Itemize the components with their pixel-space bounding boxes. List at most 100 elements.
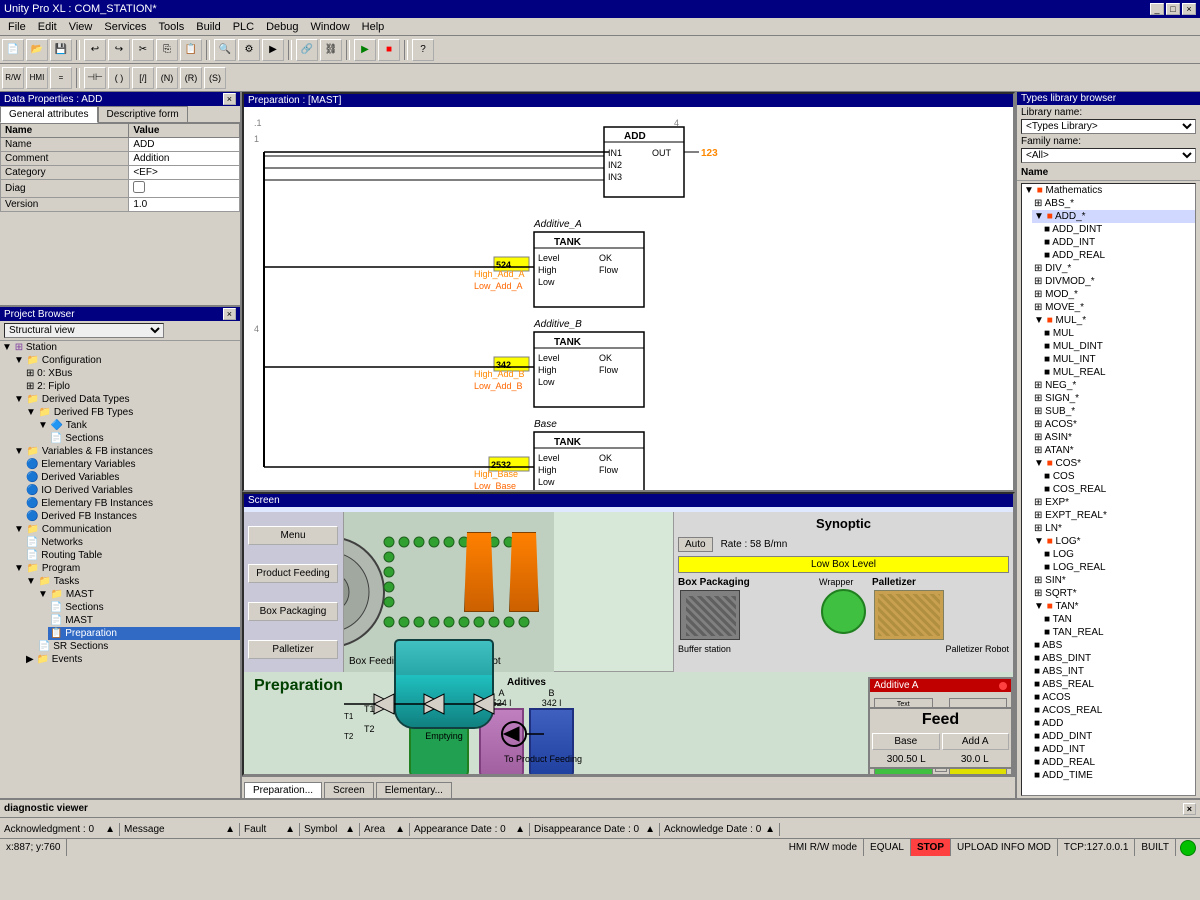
menu-services[interactable]: Services: [98, 19, 152, 35]
lib-abs-real[interactable]: ■ ABS_REAL: [1032, 678, 1195, 691]
lib-mathematics[interactable]: ▼ ■ Mathematics: [1022, 184, 1195, 197]
lib-cos-real[interactable]: ■ COS_REAL: [1042, 483, 1195, 496]
tab-elementary[interactable]: Elementary...: [376, 782, 452, 798]
tb-paste[interactable]: 📋: [180, 39, 202, 61]
lib-abs2[interactable]: ■ ABS: [1032, 639, 1195, 652]
tree-variables-fb[interactable]: ▼ 📁 Variables & FB instances: [12, 445, 240, 458]
lib-add-dint2[interactable]: ■ ADD_DINT: [1032, 730, 1195, 743]
lib-sub-star[interactable]: ⊞ SUB_*: [1032, 405, 1195, 418]
lib-add-star[interactable]: ▼ ■ ADD_*: [1032, 210, 1195, 223]
tree-derived-data-types[interactable]: ▼ 📁 Derived Data Types: [12, 393, 240, 406]
tree-tasks[interactable]: ▼ 📁 Tasks: [24, 575, 240, 588]
menu-window[interactable]: Window: [305, 19, 356, 35]
menu-file[interactable]: File: [2, 19, 32, 35]
lib-abs-int[interactable]: ■ ABS_INT: [1032, 665, 1195, 678]
lib-move-star[interactable]: ⊞ MOVE_*: [1032, 301, 1195, 314]
lib-asin-star[interactable]: ⊞ ASIN*: [1032, 431, 1195, 444]
tb-disconnect[interactable]: ⛓: [320, 39, 342, 61]
tree-elem-vars[interactable]: 🔵 Elementary Variables: [24, 458, 240, 471]
tree-networks[interactable]: 📄 Networks: [24, 536, 240, 549]
menu-tools[interactable]: Tools: [153, 19, 191, 35]
tree-io-vars[interactable]: 🔵 IO Derived Variables: [24, 484, 240, 497]
tb-run[interactable]: ▶: [354, 39, 376, 61]
lib-sin-star[interactable]: ⊞ SIN*: [1032, 574, 1195, 587]
prop-value-category[interactable]: <EF>: [129, 166, 240, 180]
add-a-btn[interactable]: Add A: [942, 733, 1010, 750]
lib-mul-real[interactable]: ■ MUL_REAL: [1042, 366, 1195, 379]
lib-log[interactable]: ■ LOG: [1042, 548, 1195, 561]
tree-xbus[interactable]: ⊞ 0: XBus: [24, 367, 240, 380]
lib-div-star[interactable]: ⊞ DIV_*: [1032, 262, 1195, 275]
prop-value-diag[interactable]: [129, 180, 240, 198]
product-feeding-btn[interactable]: Product Feeding: [248, 564, 338, 583]
lib-mul-int[interactable]: ■ MUL_INT: [1042, 353, 1195, 366]
library-name-select[interactable]: <Types Library>: [1021, 119, 1196, 134]
lib-add-int2[interactable]: ■ ADD_INT: [1032, 743, 1195, 756]
tb2-rcoil[interactable]: (R): [180, 67, 202, 89]
tree-sr-sections[interactable]: 📄 SR Sections: [36, 640, 240, 653]
lib-mul[interactable]: ■ MUL: [1042, 327, 1195, 340]
diag-col-msg[interactable]: Message ▲: [120, 823, 240, 836]
menu-help[interactable]: Help: [356, 19, 391, 35]
lib-add-real2[interactable]: ■ ADD_REAL: [1032, 756, 1195, 769]
diag-col-area[interactable]: Area ▲: [360, 823, 410, 836]
tb2-ladder[interactable]: ⊣⊢: [84, 67, 106, 89]
tab-descriptive-form[interactable]: Descriptive form: [98, 106, 188, 122]
tb-connect[interactable]: 🔗: [296, 39, 318, 61]
menu-debug[interactable]: Debug: [260, 19, 304, 35]
lib-add-real[interactable]: ■ ADD_REAL: [1042, 249, 1195, 262]
lib-sign-star[interactable]: ⊞ SIGN_*: [1032, 392, 1195, 405]
lib-abs-star[interactable]: ⊞ ABS_*: [1032, 197, 1195, 210]
tab-general-attributes[interactable]: General attributes: [0, 106, 98, 123]
tree-tank[interactable]: ▼ 🔷 Tank: [36, 419, 240, 432]
lib-exp-star[interactable]: ⊞ EXP*: [1032, 496, 1195, 509]
tb2-scoil[interactable]: (S): [204, 67, 226, 89]
tree-mast-folder[interactable]: ▼ 📁 MAST: [36, 588, 240, 601]
lib-divmod-star[interactable]: ⊞ DIVMOD_*: [1032, 275, 1195, 288]
tree-mast[interactable]: 📄 MAST: [48, 614, 240, 627]
tb2-coil[interactable]: ( ): [108, 67, 130, 89]
lib-cos-star[interactable]: ▼ ■ COS*: [1032, 457, 1195, 470]
diag-col-fault[interactable]: Fault ▲: [240, 823, 300, 836]
lib-tan-real[interactable]: ■ TAN_REAL: [1042, 626, 1195, 639]
lib-tan[interactable]: ■ TAN: [1042, 613, 1195, 626]
tb-cut[interactable]: ✂: [132, 39, 154, 61]
tb-save[interactable]: 💾: [50, 39, 72, 61]
tree-routing[interactable]: 📄 Routing Table: [24, 549, 240, 562]
tree-derived-fb-types[interactable]: ▼ 📁 Derived FB Types: [24, 406, 240, 419]
lib-add2[interactable]: ■ ADD: [1032, 717, 1195, 730]
tree-derived-vars[interactable]: 🔵 Derived Variables: [24, 471, 240, 484]
tb-build[interactable]: ⚙: [238, 39, 260, 61]
maximize-button[interactable]: □: [1166, 3, 1180, 15]
lib-tan-star[interactable]: ▼ ■ TAN*: [1032, 600, 1195, 613]
lib-add-dint[interactable]: ■ ADD_DINT: [1042, 223, 1195, 236]
tb-new[interactable]: 📄: [2, 39, 24, 61]
lib-mul-dint[interactable]: ■ MUL_DINT: [1042, 340, 1195, 353]
diag-col-ack-date[interactable]: Acknowledge Date : 0 ▲: [660, 823, 780, 836]
lib-abs-dint[interactable]: ■ ABS_DINT: [1032, 652, 1195, 665]
menu-build[interactable]: Build: [190, 19, 226, 35]
tb2-equal[interactable]: =: [50, 67, 72, 89]
tree-communication[interactable]: ▼ 📁 Communication: [12, 523, 240, 536]
data-properties-close[interactable]: ×: [223, 93, 236, 105]
tb-copy[interactable]: ⎘: [156, 39, 178, 61]
close-button[interactable]: ×: [1182, 3, 1196, 15]
lib-acos2[interactable]: ■ ACOS: [1032, 691, 1195, 704]
prop-value-comment[interactable]: Addition: [129, 152, 240, 166]
lib-acos-star[interactable]: ⊞ ACOS*: [1032, 418, 1195, 431]
lib-ln-star[interactable]: ⊞ LN*: [1032, 522, 1195, 535]
diagnostic-close[interactable]: ×: [1183, 803, 1196, 815]
tb-find[interactable]: 🔍: [214, 39, 236, 61]
tb2-contact[interactable]: [/]: [132, 67, 154, 89]
tree-tank-sections[interactable]: 📄 Sections: [48, 432, 240, 445]
lib-atan-star[interactable]: ⊞ ATAN*: [1032, 444, 1195, 457]
tb-open[interactable]: 📂: [26, 39, 48, 61]
family-name-select[interactable]: <All>: [1021, 148, 1196, 163]
menu-btn[interactable]: Menu: [248, 526, 338, 545]
diag-col-disappearance[interactable]: Disappearance Date : 0 ▲: [530, 823, 660, 836]
lib-expt-real-star[interactable]: ⊞ EXPT_REAL*: [1032, 509, 1195, 522]
lib-mul-star[interactable]: ▼ ■ MUL_*: [1032, 314, 1195, 327]
diag-col-appearance[interactable]: Appearance Date : 0 ▲: [410, 823, 530, 836]
diag-col-ack[interactable]: Acknowledgment : 0 ▲: [0, 823, 120, 836]
tb2-ncoil[interactable]: (N): [156, 67, 178, 89]
